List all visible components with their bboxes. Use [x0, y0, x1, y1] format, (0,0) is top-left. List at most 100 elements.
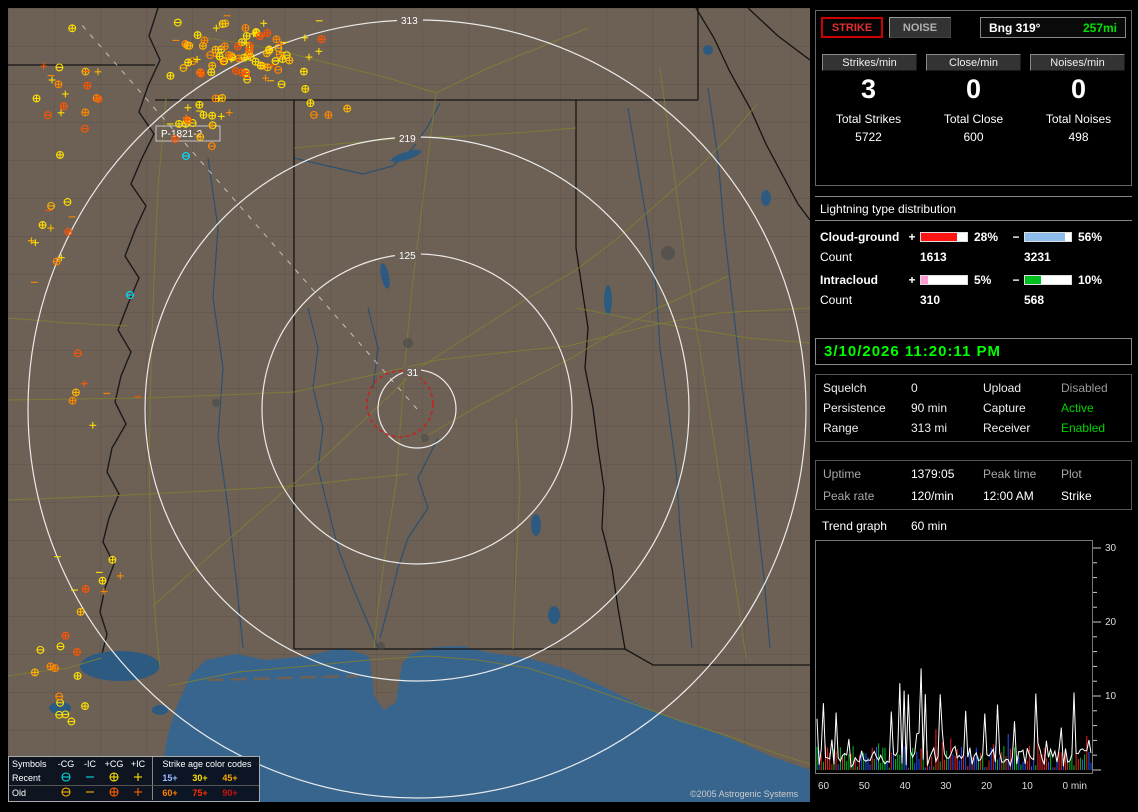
- bearing-display: Bng 319° 257mi: [980, 17, 1126, 38]
- map-display[interactable]: 313 219 125 31 P-1821-2 Symbols -CG -IC: [8, 8, 810, 802]
- upload-label: Upload: [983, 381, 1061, 395]
- x-tick: 10: [1022, 781, 1033, 792]
- status-box: Squelch 0 Upload Disabled Persistence 90…: [815, 374, 1132, 442]
- legend-symbol: [102, 786, 126, 800]
- receiver-status: Enabled: [1061, 421, 1124, 435]
- intracloud-label: Intracloud: [820, 273, 906, 287]
- total-values-row: 5722 600 498: [816, 130, 1131, 144]
- rate-headers-row: Strikes/min Close/min Noises/min: [822, 54, 1125, 71]
- legend-symbol: [126, 786, 150, 800]
- peak-rate-label: Peak rate: [823, 489, 911, 503]
- cg-negative-count: 3231: [1024, 250, 1051, 264]
- datetime-value: 3/10/2026 11:20:11 PM: [824, 343, 1001, 360]
- count-label: Count: [820, 293, 920, 307]
- ic-negative-percent: 10%: [1074, 273, 1114, 287]
- receiver-label: Receiver: [983, 421, 1061, 435]
- cloud-ground-row: Cloud-ground + 28% − 56%: [815, 230, 1132, 244]
- total-noises-label: Total Noises: [1026, 112, 1131, 126]
- x-tick: 40: [900, 781, 911, 792]
- total-strikes-value: 5722: [816, 130, 921, 144]
- legend-divider: [152, 757, 153, 771]
- persistence-label: Persistence: [823, 401, 911, 415]
- uptime-label: Uptime: [823, 467, 911, 481]
- copyright-text: ©2005 Astrogenic Systems: [690, 789, 798, 799]
- strike-button[interactable]: STRIKE: [821, 17, 883, 38]
- legend-symbols-header: Symbols: [9, 759, 54, 769]
- legend-age-code: 60+: [155, 788, 185, 798]
- bearing-distance: 257mi: [1083, 21, 1117, 35]
- plus-sign: +: [906, 230, 918, 244]
- control-panel: STRIKE NOISE Bng 319° 257mi Strikes/min …: [814, 8, 1134, 804]
- total-close-label: Total Close: [921, 112, 1026, 126]
- status-row: Persistence 90 min Capture Active: [816, 398, 1131, 418]
- legend-age-code: 30+: [185, 773, 215, 783]
- ring-label-125: 125: [399, 251, 416, 262]
- ring-label-219: 219: [399, 134, 416, 145]
- map-svg: 313 219 125 31 P-1821-2: [8, 8, 810, 802]
- app-window: 313 219 125 31 P-1821-2 Symbols -CG -IC: [0, 0, 1138, 812]
- peak-time-value: 12:00 AM: [983, 489, 1061, 503]
- intracloud-row: Intracloud + 5% − 10%: [815, 273, 1132, 287]
- status-row: Range 313 mi Receiver Enabled: [816, 418, 1131, 438]
- legend-age-code: 90+: [215, 788, 245, 798]
- range-label: Range: [823, 421, 911, 435]
- bearing-value: Bng 319°: [989, 21, 1040, 35]
- info-row: Uptime 1379:05 Peak time Plot: [816, 463, 1131, 485]
- rate-values-row: 3 0 0: [816, 74, 1131, 105]
- uptime-value: 1379:05: [911, 467, 983, 481]
- legend-age-code: 15+: [155, 773, 185, 783]
- total-labels-row: Total Strikes Total Close Total Noises: [816, 112, 1131, 126]
- legend-symbol: [78, 771, 102, 785]
- squelch-label: Squelch: [823, 381, 911, 395]
- legend-symbol: [126, 771, 150, 785]
- uptime-box: Uptime 1379:05 Peak time Plot Peak rate …: [815, 460, 1132, 510]
- cg-positive-bar: [920, 232, 968, 242]
- minus-sign: −: [1010, 273, 1022, 287]
- x-tick: 20: [981, 781, 992, 792]
- capture-status: Active: [1061, 401, 1124, 415]
- info-row: Peak rate 120/min 12:00 AM Strike: [816, 485, 1131, 507]
- status-row: Squelch 0 Upload Disabled: [816, 378, 1131, 398]
- datetime-box: 3/10/2026 11:20:11 PM: [815, 338, 1132, 365]
- legend-row: Old60+75+90+: [9, 785, 259, 800]
- legend-symbol: [54, 771, 78, 785]
- strikes-per-min-header[interactable]: Strikes/min: [822, 54, 917, 71]
- trend-graph: 302010 60 50 40 30 20 10 0 min: [815, 540, 1133, 792]
- trend-graph-interval: 60 min: [911, 519, 947, 533]
- trend-graph-header: Trend graph 60 min: [822, 519, 947, 533]
- distribution-title: Lightning type distribution: [815, 197, 1132, 221]
- noises-per-min-value: 0: [1026, 74, 1131, 105]
- plot-label: Plot: [1061, 467, 1124, 481]
- x-tick: 60: [818, 781, 829, 792]
- noise-button[interactable]: NOISE: [889, 17, 951, 38]
- close-per-min-value: 0: [921, 74, 1026, 105]
- storm-cell-label: P-1821-2: [161, 129, 203, 140]
- minus-sign: −: [1010, 230, 1022, 244]
- legend-symbol: [102, 771, 126, 785]
- noises-per-min-header[interactable]: Noises/min: [1030, 54, 1125, 71]
- ic-negative-bar: [1024, 275, 1072, 285]
- legend-symbol: [78, 786, 102, 800]
- strike-stats-box: STRIKE NOISE Bng 319° 257mi Strikes/min …: [815, 10, 1132, 186]
- cg-negative-percent: 56%: [1074, 230, 1114, 244]
- legend-col-neg-cg: -CG: [54, 759, 78, 769]
- ic-positive-percent: 5%: [970, 273, 1010, 287]
- intracloud-count-row: Count 310 568: [815, 293, 1132, 307]
- cloud-ground-count-row: Count 1613 3231: [815, 250, 1132, 264]
- x-tick: 30: [940, 781, 951, 792]
- trend-graph-plot: 302010: [815, 540, 1133, 780]
- cg-positive-percent: 28%: [970, 230, 1010, 244]
- legend-col-pos-cg: +CG: [102, 759, 126, 769]
- close-per-min-header[interactable]: Close/min: [926, 54, 1021, 71]
- trend-graph-label: Trend graph: [822, 519, 887, 533]
- svg-text:30: 30: [1105, 543, 1117, 554]
- legend-header-row: Symbols -CG -IC +CG +IC Strike age color…: [9, 757, 259, 771]
- ring-label-31: 31: [407, 368, 419, 379]
- plot-value: Strike: [1061, 489, 1124, 503]
- svg-text:20: 20: [1105, 617, 1117, 628]
- legend-age-code: 45+: [215, 773, 245, 783]
- strikes-per-min-value: 3: [816, 74, 921, 105]
- capture-label: Capture: [983, 401, 1061, 415]
- ring-label-313: 313: [401, 16, 418, 27]
- ic-negative-count: 568: [1024, 293, 1044, 307]
